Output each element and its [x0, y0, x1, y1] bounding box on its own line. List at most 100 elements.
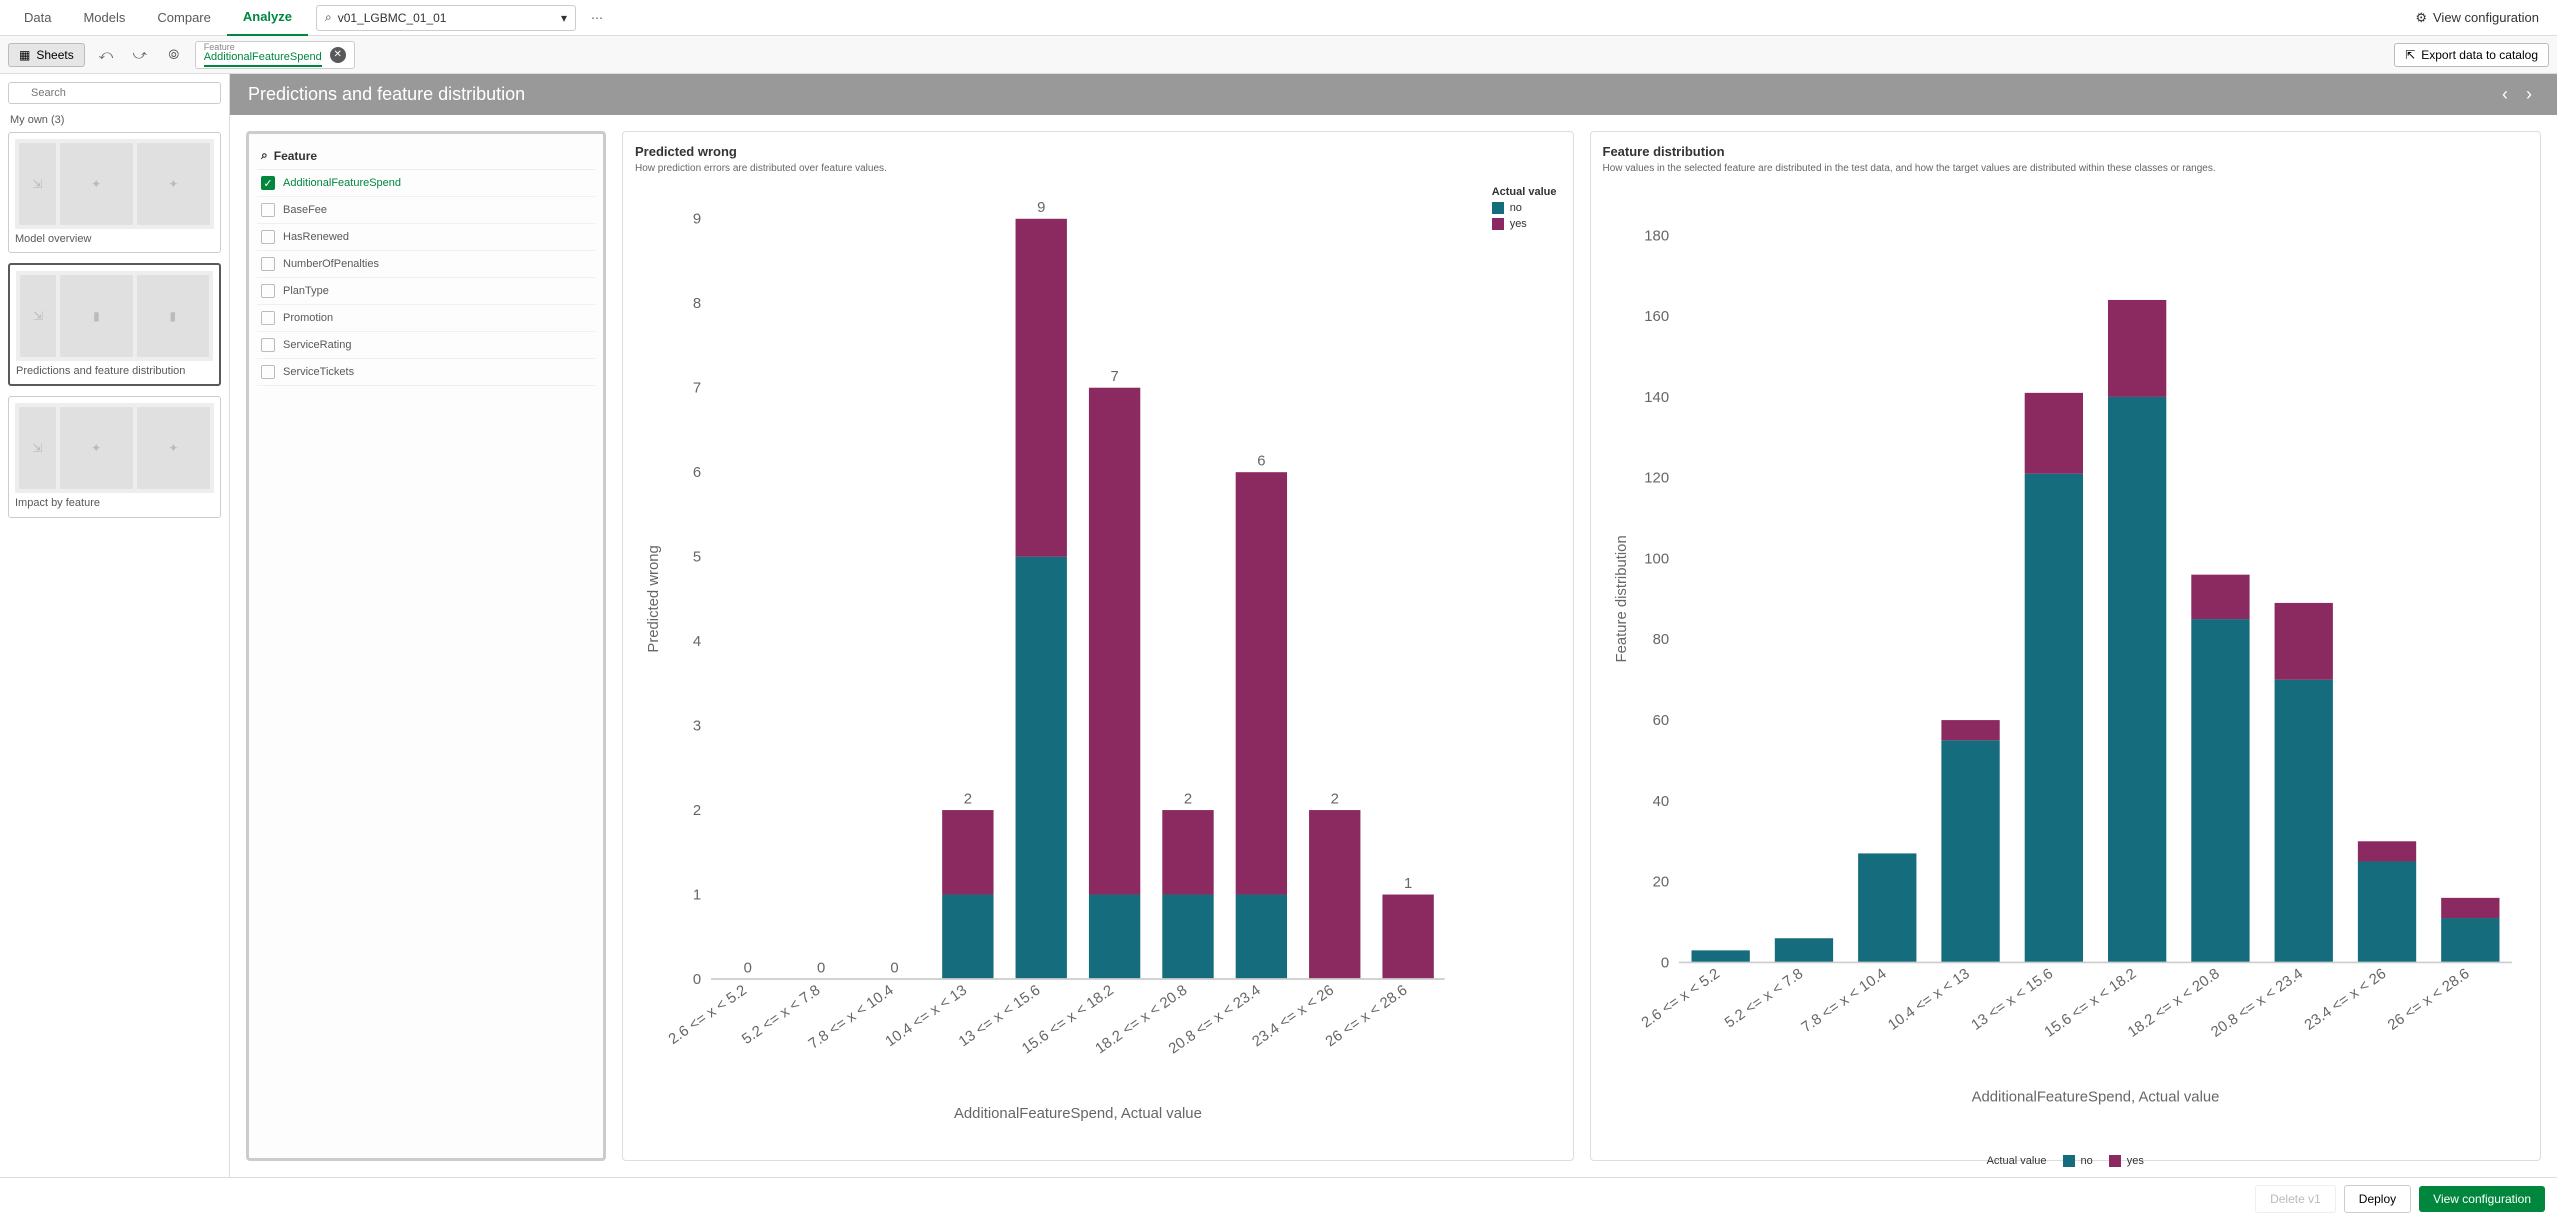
clear-selections-button[interactable]: ⦾	[161, 42, 187, 68]
tab-compare[interactable]: Compare	[141, 0, 226, 36]
feature-item-label: BaseFee	[283, 204, 327, 216]
bar-segment-no[interactable]	[1691, 950, 1749, 962]
sheets-toggle-button[interactable]: ▦ Sheets	[8, 43, 85, 67]
bar-segment-yes[interactable]	[1236, 472, 1287, 894]
feature-item[interactable]: ServiceTickets	[257, 359, 595, 386]
chart1-subtitle: How prediction errors are distributed ov…	[635, 163, 1561, 174]
view-configuration-link[interactable]: ⚙ View configuration	[2405, 10, 2549, 26]
sheet-card[interactable]: ⇲▮▮Predictions and feature distribution	[8, 263, 221, 386]
svg-text:160: 160	[1644, 309, 1669, 325]
sheet-card[interactable]: ⇲✦✦Impact by feature	[8, 396, 221, 517]
svg-text:26 <= x < 28.6: 26 <= x < 28.6	[2385, 966, 2472, 1034]
chart2-legend-title: Actual value	[1987, 1155, 2047, 1171]
svg-text:Feature distribution: Feature distribution	[1614, 535, 1630, 662]
bar-segment-yes[interactable]	[942, 810, 993, 894]
legend-item: yes	[2109, 1155, 2144, 1167]
tab-data[interactable]: Data	[8, 0, 67, 36]
svg-text:0: 0	[817, 960, 825, 976]
checkbox-icon	[261, 230, 275, 244]
more-menu-button[interactable]: ⋯	[584, 11, 610, 25]
bar-segment-no[interactable]	[1858, 853, 1916, 962]
bar-segment-no[interactable]	[2191, 619, 2249, 962]
selection-back-button[interactable]: ⤺	[93, 42, 119, 68]
chart2-title: Feature distribution	[1603, 144, 2529, 159]
bar-segment-yes[interactable]	[1382, 895, 1433, 979]
feature-item[interactable]: ✓AdditionalFeatureSpend	[257, 170, 595, 197]
legend-label: no	[2081, 1155, 2093, 1167]
feature-item[interactable]: NumberOfPenalties	[257, 251, 595, 278]
sheets-label: Sheets	[36, 48, 73, 62]
svg-text:180: 180	[1644, 228, 1669, 244]
bar-segment-yes[interactable]	[1016, 219, 1067, 557]
chip-value: AdditionalFeatureSpend	[204, 52, 322, 63]
tab-models[interactable]: Models	[67, 0, 141, 36]
chart2-svg[interactable]: 020406080100120140160180Feature distribu…	[1603, 182, 2529, 1148]
bar-segment-yes[interactable]	[1309, 810, 1360, 979]
checkbox-icon	[261, 284, 275, 298]
bar-segment-yes[interactable]	[2024, 393, 2082, 474]
checkbox-icon	[261, 203, 275, 217]
export-data-button[interactable]: ⇱ Export data to catalog	[2394, 43, 2549, 67]
svg-text:2: 2	[1331, 791, 1339, 807]
bar-segment-no[interactable]	[1236, 895, 1287, 979]
bar-segment-yes[interactable]	[1162, 810, 1213, 894]
next-sheet-button[interactable]: ›	[2519, 84, 2539, 105]
svg-text:2.6 <= x < 5.2: 2.6 <= x < 5.2	[1639, 966, 1723, 1031]
chart1-svg[interactable]: 0123456789Predicted wrong02.6 <= x < 5.2…	[635, 182, 1561, 1148]
svg-text:10.4 <= x < 13: 10.4 <= x < 13	[883, 982, 970, 1050]
feature-selection-chip[interactable]: Feature AdditionalFeatureSpend ✕	[195, 41, 355, 69]
feature-item[interactable]: Promotion	[257, 305, 595, 332]
svg-text:3: 3	[693, 719, 701, 735]
bar-segment-no[interactable]	[2357, 861, 2415, 962]
bar-segment-no[interactable]	[2107, 397, 2165, 963]
bar-segment-no[interactable]	[1774, 938, 1832, 962]
bar-segment-yes[interactable]	[2107, 300, 2165, 397]
tab-analyze[interactable]: Analyze	[227, 0, 308, 36]
model-dropdown[interactable]: ⌕v01_LGBMC_01_01 ▾	[316, 5, 576, 31]
feature-item[interactable]: HasRenewed	[257, 224, 595, 251]
bar-segment-yes[interactable]	[1941, 720, 1999, 740]
svg-text:9: 9	[1037, 200, 1045, 216]
bar-segment-no[interactable]	[2274, 680, 2332, 963]
sheet-title: Predictions and feature distribution	[248, 84, 525, 105]
bar-segment-yes[interactable]	[2274, 603, 2332, 680]
bar-segment-no[interactable]	[1089, 895, 1140, 979]
selection-forward-button[interactable]: ⤻	[127, 42, 153, 68]
bar-segment-yes[interactable]	[1089, 388, 1140, 895]
bar-segment-no[interactable]	[1162, 895, 1213, 979]
bar-segment-yes[interactable]	[2441, 898, 2499, 918]
deploy-button[interactable]: Deploy	[2344, 1185, 2411, 1213]
feature-item[interactable]: ServiceRating	[257, 332, 595, 359]
svg-text:140: 140	[1644, 390, 1669, 406]
bar-segment-no[interactable]	[942, 895, 993, 979]
delete-version-button: Delete v1	[2255, 1185, 2336, 1213]
svg-text:AdditionalFeatureSpend, Actual: AdditionalFeatureSpend, Actual value	[954, 1106, 1202, 1122]
svg-text:60: 60	[1652, 713, 1669, 729]
svg-text:26 <= x < 28.6: 26 <= x < 28.6	[1323, 982, 1410, 1050]
sheets-icon: ▦	[19, 48, 30, 62]
sheet-card-title: Impact by feature	[15, 497, 214, 510]
bar-segment-no[interactable]	[1016, 557, 1067, 979]
bar-segment-yes[interactable]	[2357, 841, 2415, 861]
prev-sheet-button[interactable]: ‹	[2495, 84, 2515, 105]
bar-segment-no[interactable]	[2441, 918, 2499, 962]
svg-text:120: 120	[1644, 471, 1669, 487]
checkbox-icon	[261, 365, 275, 379]
feature-item-label: NumberOfPenalties	[283, 258, 379, 270]
sheet-card[interactable]: ⇲✦✦Model overview	[8, 132, 221, 253]
search-icon: ⌕	[261, 148, 268, 163]
feature-item-label: PlanType	[283, 285, 329, 297]
checkbox-icon	[261, 311, 275, 325]
chip-close-icon[interactable]: ✕	[330, 47, 346, 63]
feature-item[interactable]: BaseFee	[257, 197, 595, 224]
chart2-legend: Actual value no yes	[1603, 1155, 2529, 1171]
sidebar-search-input[interactable]	[8, 82, 221, 104]
bar-segment-yes[interactable]	[2191, 575, 2249, 619]
svg-text:20.8 <= x < 23.4: 20.8 <= x < 23.4	[2208, 966, 2306, 1041]
view-configuration-button[interactable]: View configuration	[2419, 1186, 2545, 1212]
bar-segment-no[interactable]	[1941, 740, 1999, 962]
bar-segment-no[interactable]	[2024, 474, 2082, 963]
svg-text:AdditionalFeatureSpend, Actual: AdditionalFeatureSpend, Actual value	[1971, 1089, 2219, 1105]
feature-item[interactable]: PlanType	[257, 278, 595, 305]
svg-text:9: 9	[693, 212, 701, 228]
